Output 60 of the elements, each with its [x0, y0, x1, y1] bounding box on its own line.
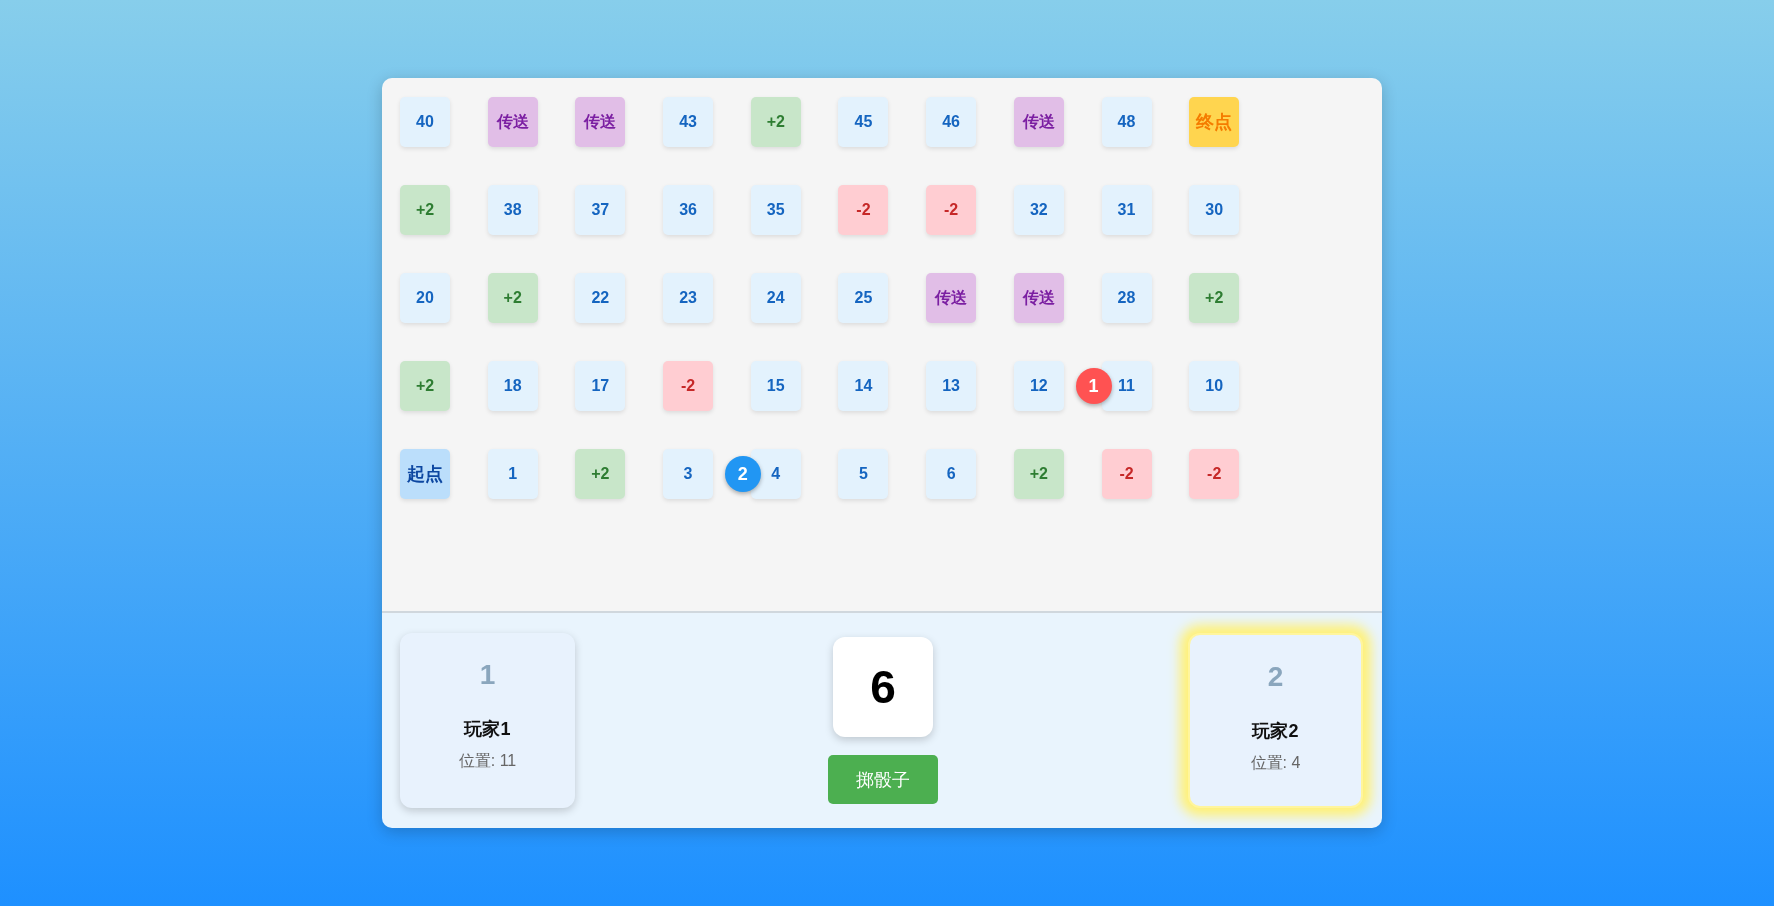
player-name: 玩家2 [1252, 720, 1299, 743]
player-position: 位置: 4 [1250, 753, 1301, 773]
cell-label: 23 [679, 289, 697, 307]
cell-label: 10 [1205, 377, 1224, 395]
cell-label: 25 [854, 289, 873, 307]
cell-label: 46 [942, 113, 960, 131]
cell-label: 3 [683, 465, 693, 483]
dice: 6 [833, 637, 933, 737]
cell-label: 20 [416, 289, 434, 307]
cell-label: 45 [854, 113, 873, 131]
cell-label: -2 [680, 377, 696, 395]
cell-label: 35 [766, 201, 785, 219]
player-position: 位置: 11 [458, 751, 517, 771]
cell-label: 终点 [1196, 111, 1233, 134]
cell-label: 37 [591, 201, 610, 219]
cell-label: 38 [503, 201, 522, 219]
cell-label: 1 [508, 465, 518, 483]
cell-label: 24 [766, 289, 785, 307]
cell-label: 32 [1029, 201, 1048, 219]
cell-label: +2 [1205, 289, 1224, 307]
roll-dice-button[interactable]: 掷骰子 [828, 755, 938, 804]
cell-label: 11 [1118, 377, 1135, 395]
player-token: 2 [724, 456, 761, 492]
cell-label: 31 [1117, 201, 1136, 219]
cell-label: 4 [771, 465, 781, 483]
cell-label: 17 [591, 377, 610, 395]
cell-label: 15 [766, 377, 785, 395]
player-number: 1 [479, 659, 496, 691]
cell-label: 13 [942, 377, 960, 395]
cell-label: 传送 [496, 111, 529, 132]
cell-label: +2 [766, 113, 785, 131]
cell-label: 传送 [1022, 111, 1055, 132]
cell-label: -2 [856, 201, 871, 219]
player-name: 玩家1 [464, 718, 511, 741]
cell-label: 12 [1029, 377, 1048, 395]
cell-label: 40 [416, 113, 434, 131]
cell-label: 18 [503, 377, 522, 395]
cell-label: 43 [679, 113, 697, 131]
cell-label: 14 [854, 377, 873, 395]
cell-label: +2 [503, 289, 522, 307]
cell-label: 起点 [407, 463, 443, 486]
cell-label: 36 [679, 201, 697, 219]
cell-label: -2 [1119, 465, 1134, 483]
cell-label: +2 [591, 465, 610, 483]
cell-label: 传送 [584, 111, 617, 132]
cell-label: 6 [946, 465, 956, 483]
cell-label: 28 [1117, 289, 1136, 307]
cell-label: +2 [415, 201, 435, 219]
cell-label: 传送 [1022, 287, 1055, 308]
player-token: 1 [1075, 368, 1112, 404]
cell-label: 5 [859, 465, 868, 483]
cell-label: 30 [1205, 201, 1224, 219]
cell-label: 22 [591, 289, 610, 307]
cell-label: -2 [1207, 465, 1222, 483]
cell-label: 48 [1117, 113, 1136, 131]
cell-label: +2 [415, 377, 435, 395]
cell-label: +2 [1029, 465, 1048, 483]
player-number: 2 [1267, 661, 1284, 693]
cell-label: 传送 [935, 287, 968, 308]
cell-label: -2 [944, 201, 959, 219]
